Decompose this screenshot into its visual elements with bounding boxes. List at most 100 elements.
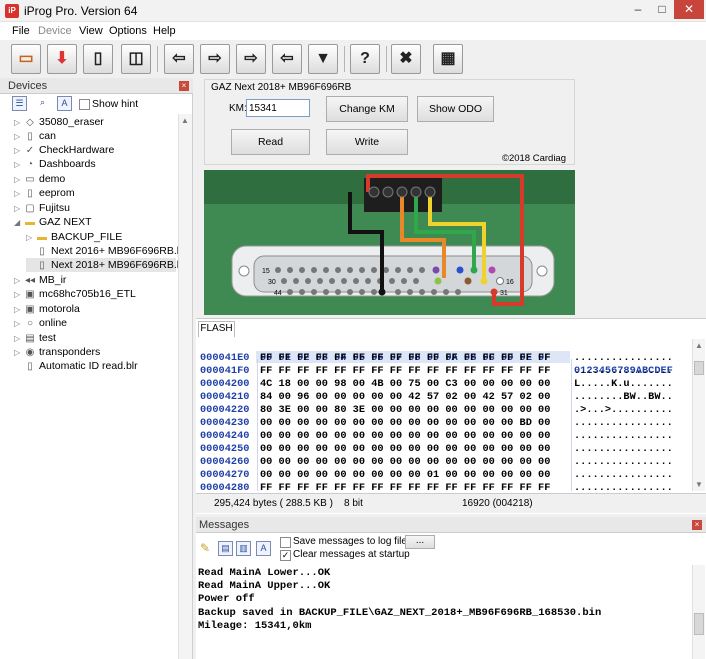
save-log-checkbox[interactable] [280, 537, 291, 548]
tree-item[interactable]: ▷ ◂◂ MB_ir [14, 273, 66, 287]
cloud-icon: ○ [26, 318, 34, 329]
expand-arrow-icon[interactable]: ▷ [14, 317, 24, 331]
copy-icon[interactable]: ▤ [218, 541, 233, 556]
write-button[interactable]: ⇨ [200, 44, 230, 74]
tree-item[interactable]: ▷ ○ online [14, 316, 67, 330]
compare-button[interactable]: ⇦ [272, 44, 302, 74]
search-icon[interactable]: ⌕ [35, 96, 50, 111]
hex-bytes: 00 00 00 00 00 00 00 00 00 00 00 00 00 0… [260, 443, 551, 455]
expand-arrow-icon[interactable]: ▷ [14, 202, 24, 216]
tree-item[interactable]: ▷ ▢ Fujitsu [14, 201, 70, 215]
close-window-button[interactable]: ✕ [674, 0, 704, 19]
pin [431, 289, 437, 295]
messages-scrollbar[interactable] [692, 565, 705, 659]
hex-ascii: ................ [574, 430, 673, 442]
tree-item[interactable]: ▷ ▣ mc68hc705b16_ETL [14, 287, 136, 301]
expand-arrow-icon[interactable]: ▷ [14, 274, 24, 288]
close-button[interactable]: ✖ [391, 44, 421, 74]
hex-ascii: .>...>.......... [574, 404, 673, 416]
expand-arrow-icon[interactable]: ▷ [14, 173, 24, 187]
browse-log-button[interactable]: ... [405, 535, 435, 549]
save-log-icon[interactable]: ▥ [236, 541, 251, 556]
menu-options[interactable]: Options [109, 25, 147, 37]
hex-bytes: FF FF FF FF FF FF FF FF FF FF FF FF FF F… [260, 482, 551, 491]
tree-item[interactable]: ▯ Automatic ID read.blr [14, 359, 137, 373]
close-icon[interactable]: × [692, 520, 702, 530]
write-device-button[interactable]: Write [326, 129, 408, 155]
expand-arrow-icon[interactable]: ▷ [14, 187, 24, 201]
font-icon[interactable]: A [57, 96, 72, 111]
tree-item[interactable]: ▷ ▯ can [14, 129, 56, 143]
calculator-button[interactable]: ▦ [433, 44, 463, 74]
tree-item[interactable]: ▷ ◉ transponders [14, 345, 100, 359]
chip-button[interactable]: ◫ [121, 44, 151, 74]
file-icon: ▯ [39, 260, 45, 271]
expand-arrow-icon[interactable]: ▷ [14, 158, 24, 172]
tree-item[interactable]: ▷ ◔ Dashboards [14, 157, 96, 171]
window-title: iProg Pro. Version 64 [24, 4, 138, 18]
expand-arrow-icon[interactable]: ▷ [14, 116, 24, 130]
hex-scrollbar[interactable]: ▲ ▼ [692, 339, 705, 491]
messages-title: Messages [199, 519, 250, 531]
expand-arrow-icon[interactable]: ▷ [14, 332, 24, 346]
km-input[interactable] [246, 99, 310, 117]
menu-file[interactable]: File [12, 25, 30, 37]
devices-scrollbar[interactable]: ▲ [178, 114, 192, 659]
expand-arrow-icon[interactable]: ▷ [26, 231, 36, 245]
tree-item[interactable]: ▷ ✓ CheckHardware [14, 143, 114, 157]
tree-item-selected[interactable]: ▯ Next 2018+ MB96F696RB.blr [26, 258, 188, 272]
save-file-button[interactable]: ⬇ [47, 44, 77, 74]
tab-flash[interactable]: FLASH [198, 321, 235, 337]
help-button[interactable]: ? [350, 44, 380, 74]
hex-view[interactable]: 00 01 02 03 04 05 06 07 08 09 0A 0B 0C 0… [196, 339, 693, 491]
minimize-button[interactable]: – [626, 0, 650, 19]
clear-brush-icon[interactable]: ✎ [200, 541, 210, 555]
file-size-status: 295,424 bytes ( 288.5 KB ) [214, 498, 333, 509]
font-icon[interactable]: A [256, 541, 271, 556]
tree-item[interactable]: ◢ ▬ GAZ NEXT [14, 215, 92, 229]
tree-item[interactable]: ▷ ▤ test [14, 331, 56, 345]
folder-open-icon: ▬ [25, 217, 35, 228]
menu-view[interactable]: View [79, 25, 103, 37]
expand-arrow-icon[interactable]: ▷ [14, 130, 24, 144]
collapse-arrow-icon[interactable]: ◢ [14, 216, 24, 230]
clear-startup-checkbox[interactable]: ✓ [280, 550, 291, 561]
scroll-thumb[interactable] [694, 613, 704, 635]
tree-item[interactable]: ▷ ▣ motorola [14, 302, 80, 316]
read-device-button[interactable]: Read [231, 129, 310, 155]
expand-arrow-icon[interactable]: ▷ [14, 144, 24, 158]
erase-button[interactable]: ▼ [308, 44, 338, 74]
new-file-button[interactable]: ▯ [83, 44, 113, 74]
expand-arrow-icon[interactable]: ▷ [14, 288, 24, 302]
tree-view-icon[interactable]: ☰ [12, 96, 27, 111]
open-file-button[interactable]: ▭ [11, 44, 41, 74]
menu-device[interactable]: Device [38, 25, 72, 37]
read-button[interactable]: ⇦ [164, 44, 194, 74]
tree-item[interactable]: ▷ ◇ 35080_eraser [14, 115, 104, 129]
pin [443, 289, 449, 295]
expand-arrow-icon[interactable]: ▷ [14, 303, 24, 317]
maximize-button[interactable]: □ [650, 0, 674, 19]
show-odo-button[interactable]: Show ODO [417, 96, 494, 122]
scroll-down-icon[interactable]: ▼ [695, 480, 703, 489]
tree-item[interactable]: ▯ Next 2016+ MB96F696RB.blr [26, 244, 188, 258]
tree-item[interactable]: ▷ ▭ demo [14, 172, 65, 186]
scroll-up-icon[interactable]: ▲ [695, 341, 703, 350]
hex-divider [257, 359, 258, 491]
menu-help[interactable]: Help [153, 25, 176, 37]
scroll-thumb[interactable] [694, 361, 704, 375]
scroll-up-icon[interactable]: ▲ [181, 116, 189, 125]
hex-ascii: ................ [574, 365, 673, 377]
expand-arrow-icon[interactable]: ▷ [14, 346, 24, 360]
show-hint-checkbox[interactable] [79, 99, 90, 110]
hex-address: 00004200 [200, 378, 250, 390]
tree-item[interactable]: ▷ ▬ BACKUP_FILE [26, 230, 122, 244]
bit-width-status: 8 bit [344, 498, 363, 509]
close-icon[interactable]: × [179, 81, 189, 91]
change-km-button[interactable]: Change KM [326, 96, 408, 122]
tree-item[interactable]: ▷ ▯ eeprom [14, 186, 75, 200]
connector-pinout-image: 15 30 44 16 31 [204, 170, 575, 315]
verify-button[interactable]: ⇨ [236, 44, 266, 74]
tree-item-label: online [39, 317, 68, 329]
file-icon: ▯ [27, 361, 33, 372]
